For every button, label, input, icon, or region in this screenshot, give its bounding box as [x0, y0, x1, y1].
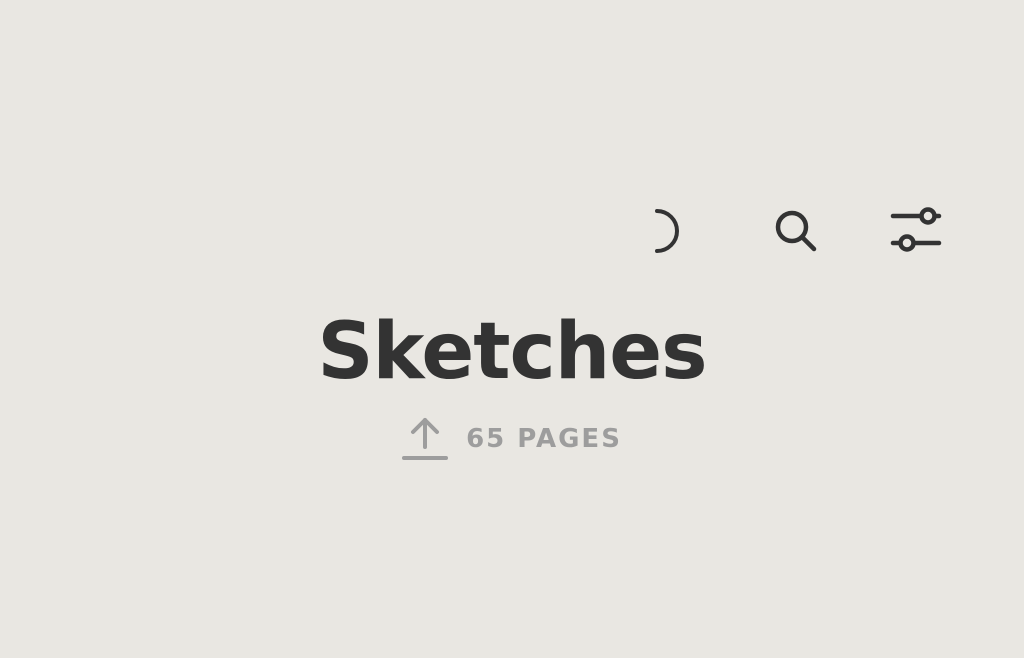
search-icon	[763, 198, 827, 262]
collection-title: Sketches	[317, 307, 707, 397]
sliders-icon	[884, 198, 948, 262]
upload-arrow-icon[interactable]	[402, 414, 449, 464]
page-count: 65 PAGES	[466, 424, 622, 454]
collection-meta: 65 PAGES	[0, 414, 1024, 464]
filter-settings-button[interactable]	[884, 198, 948, 262]
search-button[interactable]	[763, 198, 827, 262]
loading-spinner-icon	[636, 198, 700, 262]
